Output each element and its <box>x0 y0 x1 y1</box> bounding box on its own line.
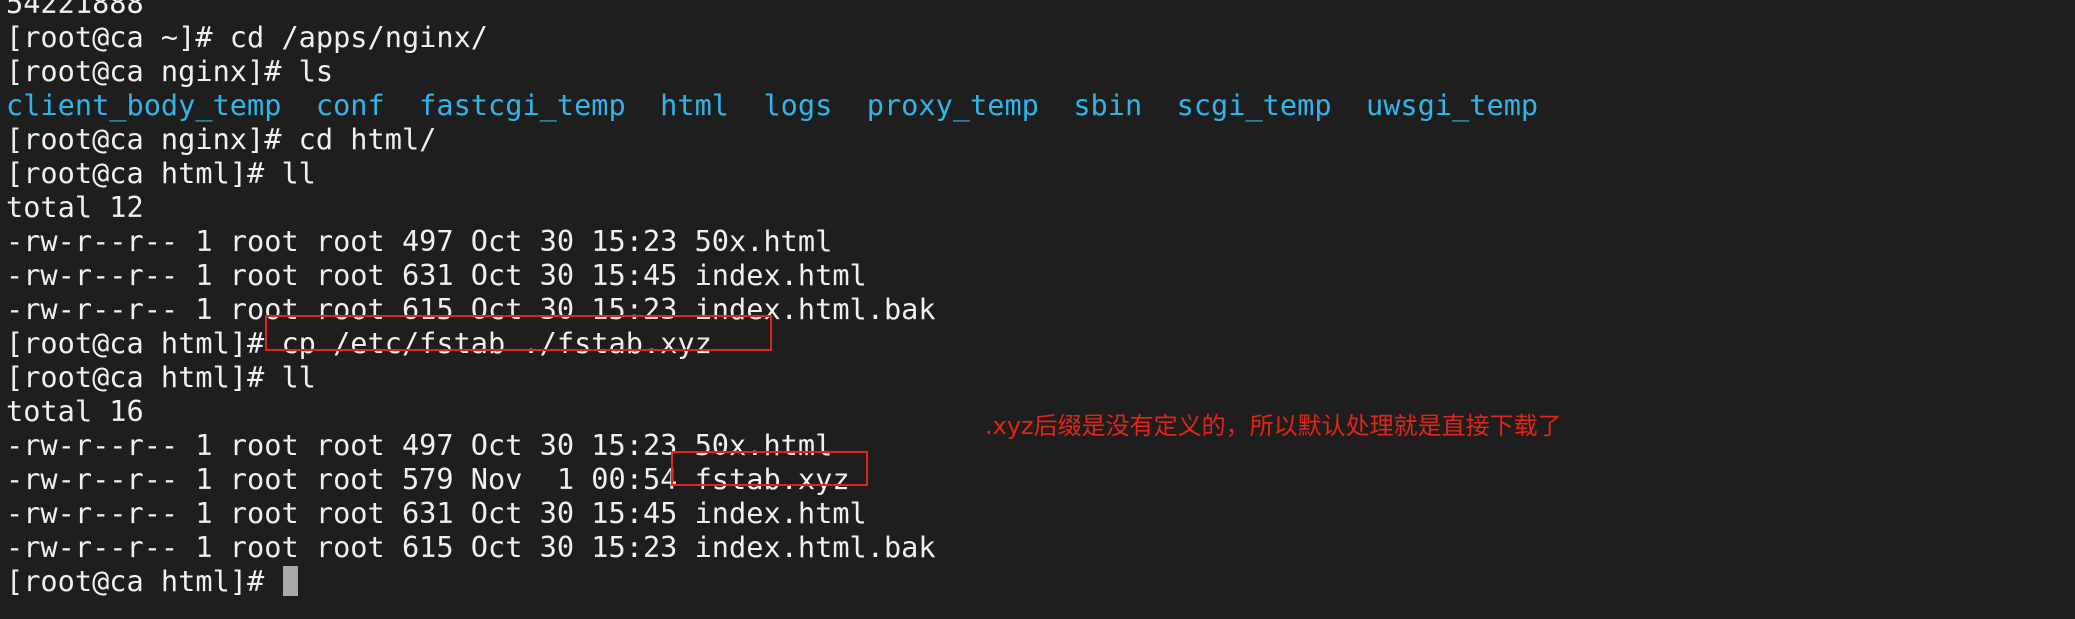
file-entry: -rw-r--r-- 1 root root 497 Oct 30 15:23 … <box>6 224 833 258</box>
terminal-output[interactable]: 54221888 [root@ca ~]# cd /apps/nginx/ [r… <box>6 0 2066 619</box>
terminal-line: 54221888 <box>6 0 144 20</box>
file-entry-fstab: -rw-r--r-- 1 root root 579 Nov 1 00:54 f… <box>6 462 850 496</box>
annotation-note: .xyz后缀是没有定义的，所以默认处理就是直接下载了 <box>985 412 1562 440</box>
file-entry: -rw-r--r-- 1 root root 615 Oct 30 15:23 … <box>6 530 936 564</box>
terminal-line: [root@ca html]# ll <box>6 156 316 190</box>
terminal-line: [root@ca ~]# cd /apps/nginx/ <box>6 20 489 54</box>
file-entry: -rw-r--r-- 1 root root 631 Oct 30 15:45 … <box>6 258 867 292</box>
terminal-line: [root@ca html]# ll <box>6 360 316 394</box>
terminal-line: [root@ca nginx]# ls <box>6 54 334 88</box>
highlight-box-copy-command <box>265 315 772 351</box>
directory-listing: client_body_temp conf fastcgi_temp html … <box>6 88 1539 122</box>
terminal-line: [root@ca nginx]# cd html/ <box>6 122 437 156</box>
highlight-box-fstab-xyz <box>671 451 868 486</box>
prompt-line: [root@ca html]# <box>6 564 2066 598</box>
cursor-block[interactable] <box>283 566 299 596</box>
terminal-line: total 12 <box>6 190 144 224</box>
prompt: [root@ca html]# <box>6 564 282 598</box>
file-entry: -rw-r--r-- 1 root root 631 Oct 30 15:45 … <box>6 496 867 530</box>
